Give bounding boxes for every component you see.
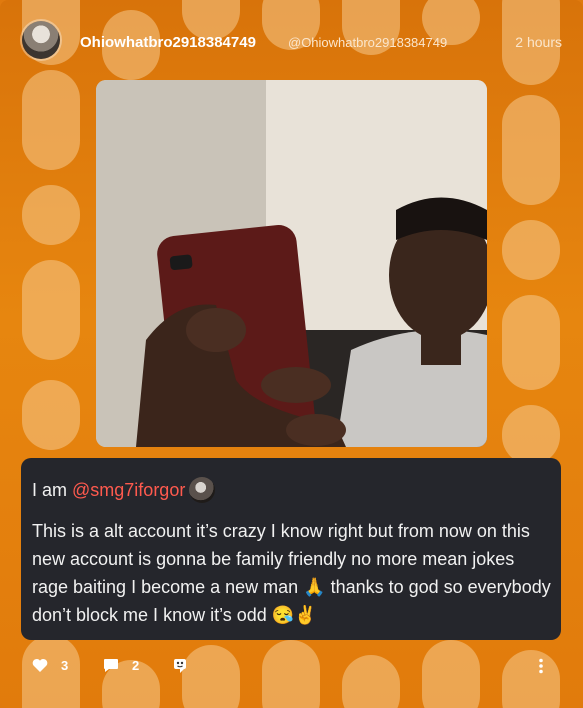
more-options-button[interactable] (538, 658, 544, 674)
post-actions: 3 2 (20, 652, 565, 682)
avatar[interactable] (22, 21, 60, 59)
user-handle[interactable]: @Ohiowhatbro2918384749 (288, 35, 447, 50)
like-button[interactable]: 3 (32, 658, 68, 673)
post-timestamp: 2 hours (515, 34, 562, 50)
caption-intro: I am @smg7iforgor (32, 477, 216, 503)
caption-body: This is a alt account it’s crazy I know … (32, 521, 551, 625)
post-image[interactable] (96, 80, 487, 447)
share-button[interactable] (172, 658, 188, 674)
mention-avatar[interactable] (189, 477, 216, 503)
post-header: Ohiowhatbro2918384749 @Ohiowhatbro291838… (20, 20, 565, 62)
heart-icon (32, 658, 48, 672)
like-count: 3 (61, 658, 69, 673)
comment-button[interactable]: 2 (103, 658, 139, 673)
post-card: Ohiowhatbro2918384749 @Ohiowhatbro291838… (0, 0, 583, 708)
caption-prefix: I am (32, 480, 73, 500)
speech-bubble-icon (104, 659, 118, 672)
kebab-menu-icon (539, 658, 543, 674)
share-icon (174, 659, 186, 673)
username[interactable]: Ohiowhatbro2918384749 (80, 34, 256, 51)
comment-count: 2 (132, 658, 140, 673)
post-caption: I am @smg7iforgor This is a alt account … (21, 458, 561, 640)
selfie-photo (96, 80, 487, 447)
mention-link[interactable]: @smg7iforgor (72, 480, 185, 500)
